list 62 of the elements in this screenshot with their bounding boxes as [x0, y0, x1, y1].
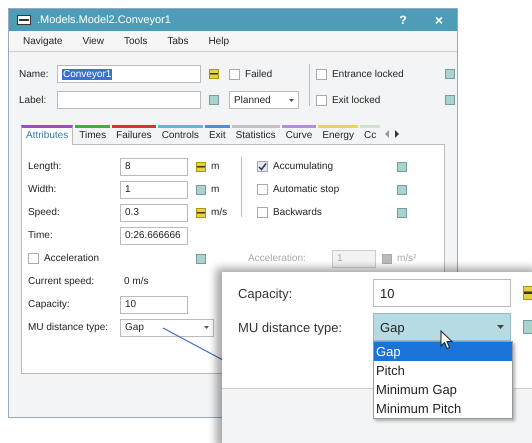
distance-type-dropdown[interactable]: Gap	[373, 313, 511, 341]
caret-icon	[497, 325, 504, 329]
lock-checkbox[interactable]	[316, 94, 327, 106]
label-field[interactable]	[57, 91, 201, 109]
failed-label: Failed	[245, 68, 272, 80]
window-icon	[17, 15, 31, 25]
window-title: .Models.Model2.Conveyor1	[37, 14, 172, 26]
tab[interactable]: Attributes	[21, 125, 74, 145]
field-label: MU distance type:	[28, 322, 110, 333]
inheritance-icon	[382, 254, 392, 264]
dropdown-option[interactable]: Minimum Gap	[374, 380, 512, 399]
dropdown-option[interactable]: Gap	[374, 342, 512, 361]
dropdown-option[interactable]: Minimum Pitch	[374, 399, 512, 418]
value-field[interactable]: 8	[120, 158, 188, 176]
distance-type-dropdown[interactable]: Gap	[120, 318, 214, 336]
status-dropdown[interactable]: Planned	[229, 91, 299, 109]
name-field[interactable]: Conveyor1	[57, 65, 201, 83]
unit-label: m	[211, 161, 220, 172]
lock-checkbox[interactable]	[316, 68, 327, 80]
option-label: Accumulating	[273, 161, 334, 172]
menu-item[interactable]: Help	[208, 36, 230, 46]
field-label: Current speed:	[28, 276, 96, 287]
value-field[interactable]: 1	[120, 180, 188, 198]
speed-reading: 0 m/s	[123, 276, 150, 287]
menu-item[interactable]: Navigate	[23, 36, 62, 46]
label-label: Label:	[19, 94, 48, 106]
distance-type-label: MU distance type:	[238, 320, 344, 334]
value-field[interactable]: 0.3	[120, 204, 188, 222]
menu-item[interactable]: Tabs	[167, 36, 188, 46]
menu-item[interactable]: Tools	[124, 36, 148, 46]
field-label: Speed:	[28, 207, 61, 218]
field-label: Capacity:	[28, 299, 71, 310]
unit-label: m/s	[211, 207, 228, 218]
option-checkbox[interactable]	[257, 207, 268, 218]
unit-label: m	[211, 184, 220, 195]
inheritance-icon[interactable]	[209, 69, 219, 79]
failed-checkbox[interactable]	[229, 68, 240, 80]
lock-label: Exit locked	[332, 94, 382, 106]
caret-icon	[204, 326, 209, 329]
capacity-field[interactable]: 10	[373, 279, 511, 307]
field-label: Width:	[28, 184, 58, 195]
inheritance-icon[interactable]	[196, 208, 206, 218]
name-label: Name:	[19, 68, 50, 80]
value-field[interactable]: 10	[120, 296, 188, 314]
menu-item[interactable]: View	[82, 36, 104, 46]
value-field[interactable]: 0:26.666666	[120, 226, 188, 244]
unit-label: m/s²	[397, 253, 418, 264]
acceleration-label: Acceleration	[44, 253, 100, 264]
option-label: Automatic stop	[273, 184, 340, 195]
field-label: Time:	[28, 230, 54, 241]
lock-label: Entrance locked	[332, 68, 405, 80]
option-label: Backwards	[273, 207, 323, 218]
option-checkbox[interactable]	[257, 184, 268, 195]
option-checkbox[interactable]	[257, 161, 268, 172]
capacity-label: Capacity:	[238, 286, 294, 300]
field-label: Length:	[28, 161, 62, 172]
dropdown-option[interactable]: Pitch	[374, 361, 512, 380]
acceleration-value-label: Acceleration:	[248, 253, 307, 264]
inheritance-icon[interactable]	[196, 162, 206, 172]
acceleration-checkbox[interactable]	[28, 253, 39, 264]
tab-scroll-icon[interactable]	[384, 130, 400, 138]
caret-icon	[289, 98, 294, 102]
